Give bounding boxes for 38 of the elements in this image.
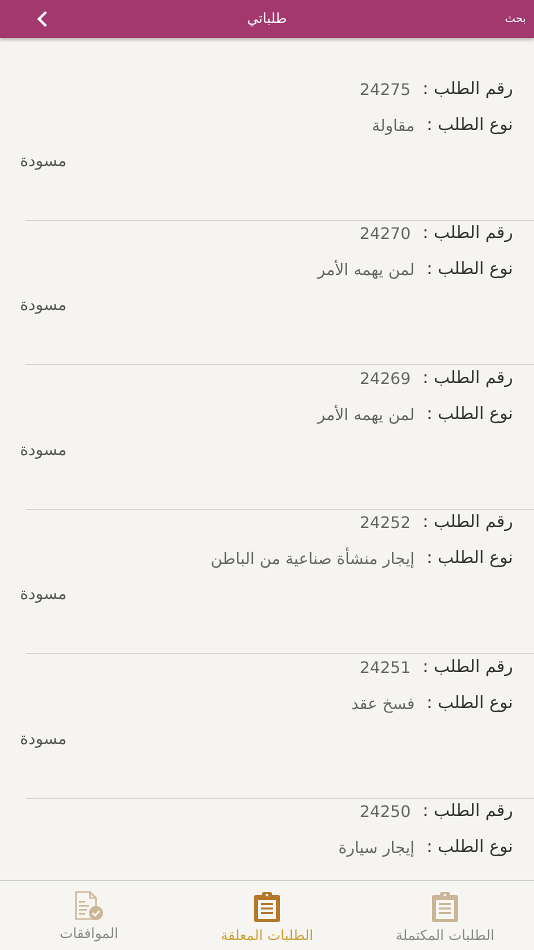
request-number: 24251 [360, 656, 411, 678]
field-label: نوع الطلب : [426, 547, 513, 570]
tab[interactable]: الطلبات المكتملة [356, 891, 534, 947]
tab[interactable]: الموافقات [0, 891, 178, 945]
request-number: 24250 [360, 801, 411, 823]
field-label: نوع الطلب : [426, 836, 513, 860]
search-button[interactable]: بحث [486, 10, 526, 28]
field-label: رقم الطلب : [422, 656, 513, 679]
clipboard-icon [431, 891, 459, 923]
back-chevron-icon [36, 10, 48, 28]
field-label: رقم الطلب : [422, 222, 513, 246]
request-number: 24269 [360, 368, 411, 390]
request-status: مسودة [20, 150, 67, 172]
clipboard-icon [253, 891, 281, 923]
request-type: لمن يهمه الأمر [318, 404, 415, 426]
field-label: رقم الطلب : [422, 800, 513, 824]
request-type: إيجار سيارة [338, 837, 415, 859]
request-type: إيجار منشأة صناعية من الباطن [210, 547, 415, 570]
field-label: نوع الطلب : [426, 258, 513, 282]
field-label: نوع الطلب : [426, 692, 513, 715]
request-status: مسودة [20, 294, 67, 316]
document-check-icon [74, 891, 104, 921]
request-number: 24252 [360, 512, 411, 534]
field-label: نوع الطلب : [426, 402, 513, 426]
window-title: طلباتي [247, 10, 287, 28]
request-type: مقاولة [372, 114, 415, 137]
request-number: 24275 [360, 78, 411, 100]
request-status: مسودة [20, 728, 67, 750]
field-label: نوع الطلب : [426, 114, 513, 137]
tab[interactable]: الطلبات المعلقة [178, 891, 356, 947]
request-type: لمن يهمه الأمر [318, 258, 415, 281]
request-status: مسودة [20, 438, 67, 461]
request-status: مسودة [20, 583, 67, 605]
request-type: فسخ عقد [351, 692, 415, 715]
field-label: رقم الطلب : [422, 78, 513, 101]
field-label: رقم الطلب : [422, 366, 513, 390]
request-number: 24270 [360, 223, 411, 245]
field-label: رقم الطلب : [422, 511, 513, 534]
